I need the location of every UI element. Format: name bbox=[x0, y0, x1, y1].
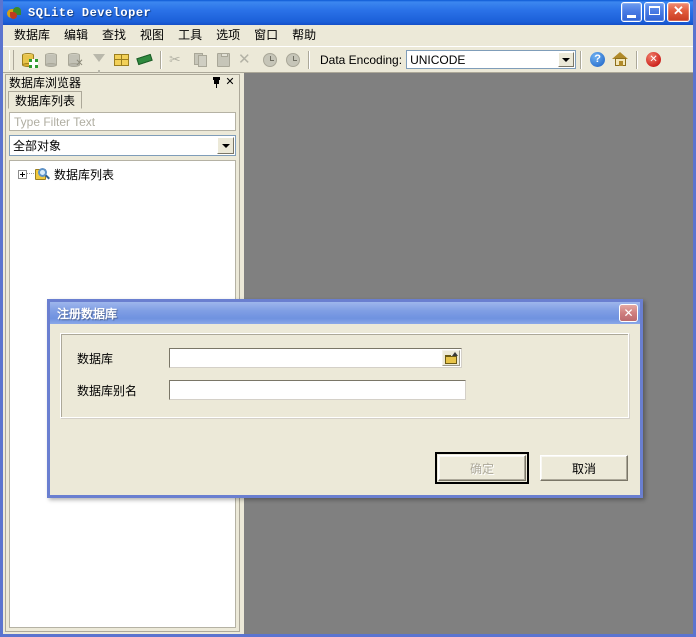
object-type-value: 全部对象 bbox=[10, 137, 61, 154]
panel-title: 数据库浏览器 bbox=[9, 74, 209, 91]
auto-hide-pin-button[interactable] bbox=[209, 76, 223, 89]
dialog-title: 注册数据库 bbox=[57, 305, 619, 322]
encoding-label: Data Encoding: bbox=[320, 53, 402, 67]
close-all-button[interactable]: ✕ bbox=[642, 49, 665, 71]
cut-button[interactable]: ✂ bbox=[166, 49, 189, 71]
menu-bar: 数据库 编辑 查找 视图 工具 选项 窗口 帮助 bbox=[3, 25, 693, 46]
panel-close-button[interactable]: ✕ bbox=[223, 76, 237, 89]
toolbar: ✕ ✂ ✕ Data Encoding bbox=[3, 46, 693, 73]
tree-node-database-list[interactable]: 数据库列表 bbox=[12, 165, 233, 183]
encoding-value: UNICODE bbox=[407, 53, 465, 67]
ok-button[interactable]: 确定 bbox=[438, 455, 526, 481]
database-alias-label: 数据库别名 bbox=[77, 382, 169, 399]
add-database-button[interactable] bbox=[18, 49, 41, 71]
window-close-button[interactable]: ✕ bbox=[667, 2, 690, 22]
cancel-button[interactable]: 取消 bbox=[540, 455, 628, 481]
database-alias-row: 数据库别名 bbox=[77, 380, 613, 400]
client-area: 数据库浏览器 ✕ 数据库列表 Type Filter Text 全部对象 bbox=[3, 73, 693, 634]
tree-node-label: 数据库列表 bbox=[54, 166, 114, 183]
close-circle-icon: ✕ bbox=[646, 52, 661, 67]
close-icon: ✕ bbox=[668, 4, 689, 17]
register-database-dialog: 注册数据库 ✕ 数据库 bbox=[47, 299, 643, 498]
pin-icon bbox=[212, 77, 221, 88]
toolbar-separator-2 bbox=[308, 51, 310, 69]
help-button[interactable]: ? bbox=[586, 49, 609, 71]
database-alias-input[interactable] bbox=[169, 380, 466, 400]
title-bar: SQLite Developer ✕ bbox=[3, 0, 693, 25]
delete-icon: ✕ bbox=[238, 52, 255, 68]
menu-item-view[interactable]: 视图 bbox=[133, 24, 171, 46]
history-back-icon bbox=[261, 52, 278, 68]
database-list-icon bbox=[34, 167, 50, 182]
paste-button[interactable] bbox=[212, 49, 235, 71]
field-group: 数据库 数据库别名 bbox=[60, 333, 630, 419]
database-path-input[interactable] bbox=[169, 348, 462, 368]
menu-item-help[interactable]: 帮助 bbox=[285, 24, 323, 46]
toolbar-grip[interactable] bbox=[9, 50, 14, 70]
history-forward-button[interactable] bbox=[281, 49, 304, 71]
remove-database-icon: ✕ bbox=[67, 52, 84, 68]
dialog-body: 数据库 数据库别名 bbox=[50, 324, 640, 449]
toolbar-separator bbox=[160, 51, 162, 69]
add-database-icon bbox=[21, 52, 38, 68]
dialog-footer: 确定 取消 bbox=[50, 449, 640, 495]
panel-header: 数据库浏览器 ✕ bbox=[5, 74, 240, 90]
tree-connector bbox=[27, 173, 34, 175]
chevron-down-icon[interactable] bbox=[217, 137, 234, 154]
menu-item-options[interactable]: 选项 bbox=[209, 24, 247, 46]
sql-editor-button[interactable] bbox=[133, 49, 156, 71]
panel-tab-strip: 数据库列表 bbox=[5, 90, 240, 109]
help-icon: ? bbox=[590, 52, 605, 67]
menu-item-tools[interactable]: 工具 bbox=[171, 24, 209, 46]
menu-item-edit[interactable]: 编辑 bbox=[57, 24, 95, 46]
filter-icon bbox=[90, 52, 107, 68]
minimize-button[interactable] bbox=[621, 2, 642, 22]
home-icon bbox=[612, 52, 629, 67]
chevron-down-icon[interactable] bbox=[558, 52, 574, 67]
open-folder-icon bbox=[445, 353, 458, 364]
toolbar-separator-3 bbox=[580, 51, 582, 69]
dialog-title-bar: 注册数据库 ✕ bbox=[50, 302, 640, 324]
menu-item-window[interactable]: 窗口 bbox=[247, 24, 285, 46]
cut-icon: ✂ bbox=[169, 52, 186, 68]
copy-icon bbox=[192, 52, 209, 68]
dialog-close-button[interactable]: ✕ bbox=[619, 304, 638, 322]
paste-icon bbox=[215, 52, 232, 68]
copy-button[interactable] bbox=[189, 49, 212, 71]
database-path-label: 数据库 bbox=[77, 350, 169, 367]
delete-button[interactable]: ✕ bbox=[235, 49, 258, 71]
menu-item-database[interactable]: 数据库 bbox=[7, 24, 57, 46]
menu-item-find[interactable]: 查找 bbox=[95, 24, 133, 46]
app-icon bbox=[7, 5, 23, 21]
filter-button[interactable] bbox=[87, 49, 110, 71]
window-controls: ✕ bbox=[621, 2, 690, 22]
filter-input[interactable]: Type Filter Text bbox=[9, 112, 236, 131]
home-button[interactable] bbox=[609, 49, 632, 71]
history-forward-icon bbox=[284, 52, 301, 68]
history-back-button[interactable] bbox=[258, 49, 281, 71]
expand-icon[interactable] bbox=[18, 170, 27, 179]
table-icon bbox=[113, 52, 130, 68]
maximize-button[interactable] bbox=[644, 2, 665, 22]
disconnect-database-button[interactable] bbox=[41, 49, 64, 71]
toolbar-separator-4 bbox=[636, 51, 638, 69]
disconnect-database-icon bbox=[44, 52, 61, 68]
browse-file-button[interactable] bbox=[442, 350, 460, 366]
encoding-select[interactable]: UNICODE bbox=[406, 50, 576, 69]
table-button[interactable] bbox=[110, 49, 133, 71]
application-window: SQLite Developer ✕ 数据库 编辑 查找 视图 工具 选项 窗口… bbox=[0, 0, 696, 637]
object-type-select[interactable]: 全部对象 bbox=[9, 135, 236, 156]
sql-editor-icon bbox=[136, 52, 153, 68]
tab-database-list[interactable]: 数据库列表 bbox=[8, 91, 82, 109]
database-path-row: 数据库 bbox=[77, 348, 613, 368]
window-title: SQLite Developer bbox=[28, 6, 151, 20]
remove-database-button[interactable]: ✕ bbox=[64, 49, 87, 71]
